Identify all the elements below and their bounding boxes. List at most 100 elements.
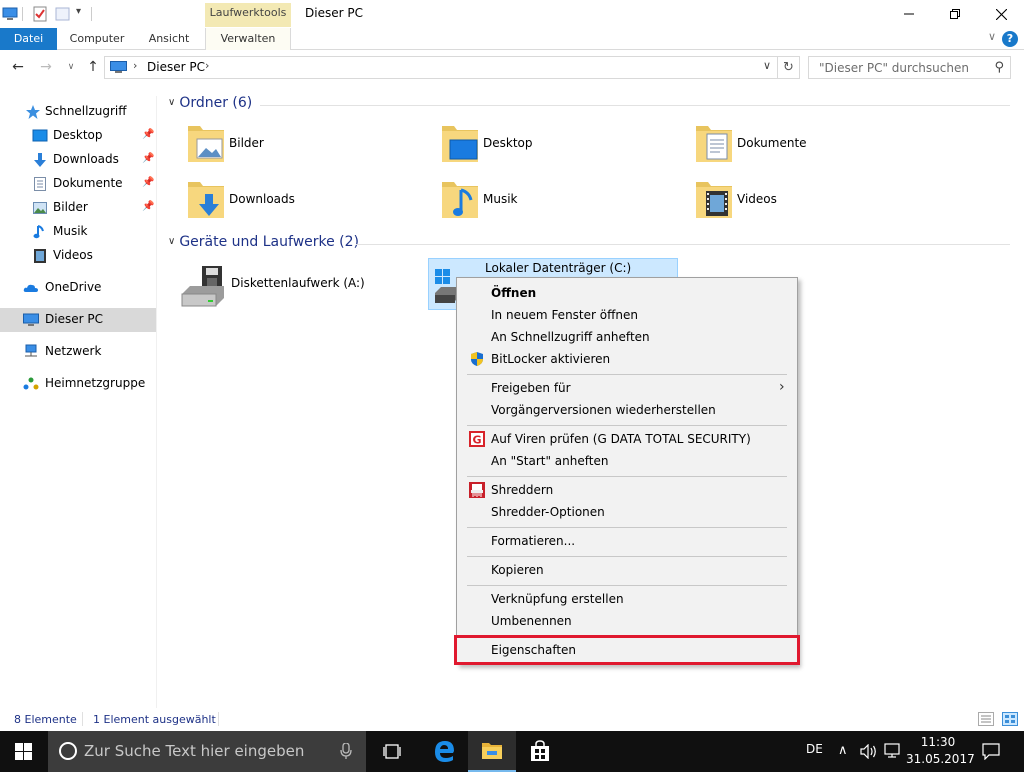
store-icon (531, 740, 549, 761)
menu-item-restore-versions[interactable]: Vorgängerversionen wiederherstellen (459, 399, 795, 421)
task-view-button[interactable] (368, 731, 416, 772)
menu-item-shred[interactable]: Shreddern (459, 479, 795, 501)
group-header-label: Ordner (6) (179, 95, 253, 111)
menu-item-pin-quick-access[interactable]: An Schnellzugriff anheften (459, 326, 795, 348)
sidebar-item-downloads[interactable]: Downloads 📌 (0, 148, 156, 172)
folder-dokumente[interactable]: Dokumente (692, 122, 922, 172)
menu-item-label: An "Start" anheften (491, 454, 609, 468)
breadcrumb-chevron-icon[interactable]: › (205, 59, 209, 72)
menu-item-label: Umbenennen (491, 614, 572, 628)
sidebar-item-bilder[interactable]: Bilder 📌 (0, 196, 156, 220)
pin-icon[interactable]: 📌 (142, 201, 154, 212)
folder-videos[interactable]: Videos (692, 178, 922, 228)
drive-floppy-a[interactable]: Diskettenlaufwerk (A:) (178, 260, 418, 312)
taskbar-app-edge[interactable] (420, 731, 468, 772)
sidebar-item-label: Bilder (53, 200, 88, 214)
taskbar-search-placeholder: Zur Suche Text hier eingeben (84, 742, 305, 760)
menu-item-label: Öffnen (491, 286, 537, 300)
computer-icon (23, 313, 39, 326)
taskbar-search-box[interactable]: Zur Suche Text hier eingeben (48, 731, 366, 772)
taskbar-app-store[interactable] (516, 731, 564, 772)
gdata-icon: G (469, 431, 485, 447)
menu-item-bitlocker[interactable]: BitLocker aktivieren (459, 348, 795, 370)
close-button[interactable] (978, 0, 1024, 28)
menu-item-virus-scan[interactable]: G Auf Viren prüfen (G DATA TOTAL SECURIT… (459, 428, 795, 450)
expand-ribbon-icon[interactable]: ∨ (988, 30, 996, 43)
pin-icon[interactable]: 📌 (142, 177, 154, 188)
sidebar-item-netzwerk[interactable]: Netzwerk (0, 340, 156, 364)
help-icon[interactable]: ? (1002, 31, 1018, 47)
quick-access-dropdown-icon[interactable]: ▾ (76, 6, 81, 17)
back-button[interactable]: ← (10, 59, 26, 75)
sidebar-item-schnellzugriff[interactable]: Schnellzugriff (0, 100, 156, 124)
menu-item-oeffnen[interactable]: Öffnen (459, 282, 795, 304)
sidebar-item-label: Downloads (53, 152, 119, 166)
group-header-geraete[interactable]: ∨ Geräte und Laufwerke (2) (168, 234, 359, 250)
pin-icon[interactable]: 📌 (142, 129, 154, 140)
group-header-ordner[interactable]: ∨ Ordner (6) (168, 95, 252, 111)
start-button[interactable] (0, 731, 48, 772)
properties-icon[interactable] (32, 6, 48, 22)
menu-item-copy[interactable]: Kopieren (459, 559, 795, 581)
menu-item-rename[interactable]: Umbenennen (459, 610, 795, 632)
edge-icon (435, 741, 454, 762)
minimize-button[interactable] (886, 0, 932, 28)
taskbar-app-file-explorer[interactable] (468, 731, 516, 772)
divider (82, 712, 83, 726)
maximize-button[interactable] (932, 0, 978, 28)
sidebar-item-onedrive[interactable]: OneDrive (0, 276, 156, 300)
tab-ansicht[interactable]: Ansicht (140, 28, 198, 50)
navigation-pane: Schnellzugriff Desktop 📌 Downloads 📌 Dok… (0, 96, 157, 708)
menu-item-format[interactable]: Formatieren... (459, 530, 795, 552)
folder-desktop[interactable]: Desktop (438, 122, 668, 172)
computer-icon[interactable] (2, 6, 18, 22)
forward-button[interactable]: → (38, 59, 54, 75)
navigation-bar: ← → ∨ ↑ › Dieser PC › ∨ ↻ "Dieser PC" du… (0, 54, 1024, 82)
submenu-arrow-icon: › (779, 379, 785, 395)
menu-item-create-shortcut[interactable]: Verknüpfung erstellen (459, 588, 795, 610)
sidebar-item-heimnetzgruppe[interactable]: Heimnetzgruppe (0, 372, 156, 396)
recent-locations-icon[interactable]: ∨ (63, 59, 79, 75)
new-folder-icon[interactable] (55, 6, 71, 22)
menu-item-share-with[interactable]: Freigeben für › (459, 377, 795, 399)
show-hidden-icons-icon[interactable]: ∧ (838, 743, 848, 758)
folder-bilder[interactable]: Bilder (184, 122, 414, 172)
up-button[interactable]: ↑ (85, 59, 101, 75)
task-view-icon (383, 744, 401, 759)
menu-item-pin-start[interactable]: An "Start" anheften (459, 450, 795, 472)
clock-date[interactable]: 31.05.2017 (906, 752, 975, 766)
pictures-folder-icon (188, 126, 224, 162)
address-bar[interactable]: › Dieser PC › ∨ (104, 56, 778, 79)
input-language-indicator[interactable]: DE (806, 742, 823, 756)
music-folder-icon (442, 182, 478, 218)
menu-item-open-new-window[interactable]: In neuem Fenster öffnen (459, 304, 795, 326)
sidebar-item-musik[interactable]: Musik (0, 220, 156, 244)
tab-datei[interactable]: Datei (0, 28, 57, 50)
address-dropdown-icon[interactable]: ∨ (763, 59, 771, 72)
network-icon[interactable] (884, 743, 902, 759)
network-icon (25, 344, 37, 357)
tab-computer[interactable]: Computer (66, 28, 128, 50)
tiles-view-icon[interactable] (1002, 712, 1018, 726)
details-view-icon[interactable] (978, 712, 994, 726)
sidebar-item-label: Heimnetzgruppe (45, 376, 146, 390)
tab-verwalten[interactable]: Verwalten (205, 28, 291, 50)
pin-icon[interactable]: 📌 (142, 153, 154, 164)
volume-icon[interactable] (860, 744, 878, 759)
file-explorer-icon (482, 743, 502, 759)
sidebar-item-dokumente[interactable]: Dokumente 📌 (0, 172, 156, 196)
refresh-button[interactable]: ↻ (778, 56, 800, 79)
sidebar-item-dieser-pc[interactable]: Dieser PC (0, 308, 156, 332)
menu-separator (467, 527, 787, 528)
clock-time[interactable]: 11:30 (912, 735, 964, 749)
menu-item-shredder-options[interactable]: Shredder-Optionen (459, 501, 795, 523)
breadcrumb-chevron-icon[interactable]: › (133, 59, 137, 72)
menu-separator (467, 585, 787, 586)
folder-downloads[interactable]: Downloads (184, 178, 414, 228)
sidebar-item-desktop[interactable]: Desktop 📌 (0, 124, 156, 148)
sidebar-item-videos[interactable]: Videos (0, 244, 156, 268)
folder-musik[interactable]: Musik (438, 178, 668, 228)
breadcrumb-dieser-pc[interactable]: Dieser PC (147, 60, 205, 74)
search-input[interactable]: "Dieser PC" durchsuchen ⚲ (808, 56, 1011, 79)
action-center-icon[interactable] (982, 743, 1000, 760)
